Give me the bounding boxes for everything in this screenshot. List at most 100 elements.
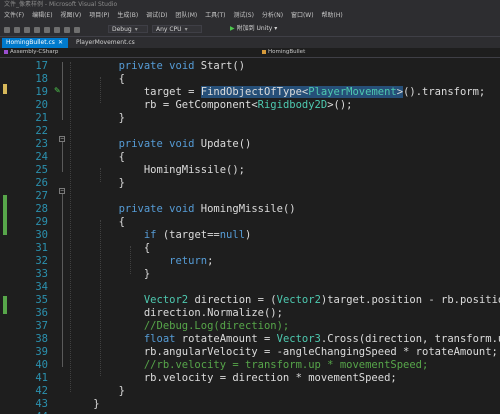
code-text[interactable]: //rb.velocity = transform.up * movementS… [68, 359, 428, 372]
code-text[interactable]: Vector2 direction = (Vector2)target.posi… [68, 294, 500, 307]
code-line[interactable]: 28 private void HomingMissile() [0, 203, 500, 216]
menu-bar: 文件(F) 编辑(E) 视图(V) 项目(P) 生成(B) 调试(D) 团队(M… [0, 10, 500, 22]
code-line[interactable]: 21 } [0, 112, 500, 125]
project-dropdown[interactable]: Assembly-CSharp [4, 48, 58, 57]
platform-dropdown[interactable]: Any CPU ▾ [152, 25, 202, 33]
code-line[interactable]: 34 [0, 281, 500, 294]
code-text[interactable]: rb = GetComponent<Rigidbody2D>(); [68, 99, 353, 112]
code-line[interactable]: 25 HomingMissile(); [0, 164, 500, 177]
code-text[interactable]: rb.velocity = direction * movementSpeed; [68, 372, 397, 385]
code-line[interactable]: 18 { [0, 73, 500, 86]
code-text[interactable]: private void Update() [68, 138, 252, 151]
menu-help[interactable]: 帮助(H) [322, 10, 343, 22]
chevron-down-icon: ▾ [272, 25, 278, 32]
code-line[interactable]: 17 private void Start() [0, 60, 500, 73]
code-text[interactable]: } [68, 112, 125, 125]
project-name: Assembly-CSharp [10, 49, 59, 55]
code-token: (target== [156, 229, 220, 241]
code-text[interactable]: direction.Normalize(); [68, 307, 283, 320]
close-icon[interactable]: ✕ [58, 39, 63, 46]
save-icon[interactable] [44, 27, 50, 33]
code-token: } [68, 112, 125, 124]
code-line[interactable]: 39 rb.angularVelocity = -angleChangingSp… [0, 346, 500, 359]
code-line[interactable]: 40 //rb.velocity = transform.up * moveme… [0, 359, 500, 372]
menu-test[interactable]: 测试(S) [233, 10, 254, 22]
code-token: direction = ( [188, 294, 277, 306]
open-icon[interactable] [34, 27, 40, 33]
menu-build[interactable]: 生成(B) [117, 10, 138, 22]
code-line[interactable]: 41 rb.velocity = direction * movementSpe… [0, 372, 500, 385]
menu-file[interactable]: 文件(F) [4, 10, 24, 22]
code-line[interactable]: 27 [0, 190, 500, 203]
code-line[interactable]: 20 rb = GetComponent<Rigidbody2D>(); [0, 99, 500, 112]
code-text[interactable]: if (target==null) [68, 229, 252, 242]
code-text[interactable]: float rotateAmount = Vector3.Cross(direc… [68, 333, 500, 346]
code-line[interactable]: 33 } [0, 268, 500, 281]
menu-analyze[interactable]: 分析(N) [262, 10, 283, 22]
line-number: 34 [35, 281, 48, 293]
code-text[interactable]: HomingMissile(); [68, 164, 245, 177]
code-text[interactable]: private void HomingMissile() [68, 203, 296, 216]
attach-to-unity-button[interactable]: ▶ 附加到 Unity ▾ [230, 24, 277, 34]
tab-player-movement[interactable]: PlayerMovement.cs [72, 38, 135, 48]
code-token: } [68, 398, 100, 410]
menu-debug[interactable]: 调试(D) [146, 10, 167, 22]
code-token: private [118, 203, 163, 215]
menu-tools[interactable]: 工具(T) [205, 10, 225, 22]
code-line[interactable]: 19 target = FindObjectOfType<PlayerMovem… [0, 86, 500, 99]
code-line[interactable]: 23 private void Update() [0, 138, 500, 151]
configuration-dropdown[interactable]: Debug ▾ [108, 25, 148, 33]
menu-team[interactable]: 团队(M) [175, 10, 197, 22]
code-text[interactable]: target = FindObjectOfType<PlayerMovement… [68, 86, 485, 99]
code-text[interactable]: { [68, 216, 125, 229]
forward-icon[interactable] [14, 27, 20, 33]
code-token: rb.velocity = direction * movementSpeed; [68, 372, 397, 384]
code-token: { [68, 73, 125, 85]
menu-view[interactable]: 视图(V) [60, 10, 81, 22]
code-text[interactable]: } [68, 268, 150, 281]
save-all-icon[interactable] [54, 27, 60, 33]
code-text[interactable]: //Debug.Log(direction); [68, 320, 289, 333]
code-token: } [68, 268, 151, 280]
line-number: 42 [35, 385, 48, 397]
new-project-icon[interactable] [24, 27, 30, 33]
code-text[interactable]: { [68, 151, 125, 164]
undo-icon[interactable] [64, 27, 70, 33]
code-text[interactable]: } [68, 385, 125, 398]
code-line[interactable]: 30 if (target==null) [0, 229, 500, 242]
code-line[interactable]: 31 { [0, 242, 500, 255]
code-line[interactable]: 32 return; [0, 255, 500, 268]
code-line[interactable]: 42 } [0, 385, 500, 398]
code-editor[interactable]: ✎ − − 17 private void Start() 18 {19 targ… [0, 58, 500, 414]
code-line[interactable]: 24 { [0, 151, 500, 164]
line-number: 30 [35, 229, 48, 241]
code-token: //Debug.Log(direction); [143, 320, 290, 332]
code-text[interactable]: private void Start() [68, 60, 245, 73]
redo-icon[interactable] [74, 27, 80, 33]
menu-project[interactable]: 项目(P) [89, 10, 109, 22]
menu-edit[interactable]: 编辑(E) [32, 10, 52, 22]
menu-window[interactable]: 窗口(W) [291, 10, 314, 22]
code-line[interactable]: 29 { [0, 216, 500, 229]
line-number: 33 [35, 268, 48, 280]
back-icon[interactable] [4, 27, 10, 33]
tab-homing-bullet[interactable]: HomingBullet.cs ✕ [2, 38, 68, 48]
code-text[interactable]: { [68, 242, 150, 255]
code-line[interactable]: 43 } [0, 398, 500, 411]
class-dropdown[interactable]: HomingBullet [262, 48, 305, 57]
code-line[interactable]: 22 [0, 125, 500, 138]
code-line[interactable]: 35 Vector2 direction = (Vector2)target.p… [0, 294, 500, 307]
code-line[interactable]: 26 } [0, 177, 500, 190]
code-text[interactable]: } [68, 177, 125, 190]
code-line[interactable]: 37 //Debug.Log(direction); [0, 320, 500, 333]
code-text[interactable]: rb.angularVelocity = -angleChangingSpeed… [68, 346, 498, 359]
class-icon [262, 49, 266, 54]
code-text[interactable]: } [68, 398, 100, 411]
code-text[interactable]: return; [68, 255, 213, 268]
code-line[interactable]: 38 float rotateAmount = Vector3.Cross(di… [0, 333, 500, 346]
code-text[interactable]: { [68, 73, 125, 86]
line-number: 29 [35, 216, 48, 228]
code-line[interactable]: 36 direction.Normalize(); [0, 307, 500, 320]
